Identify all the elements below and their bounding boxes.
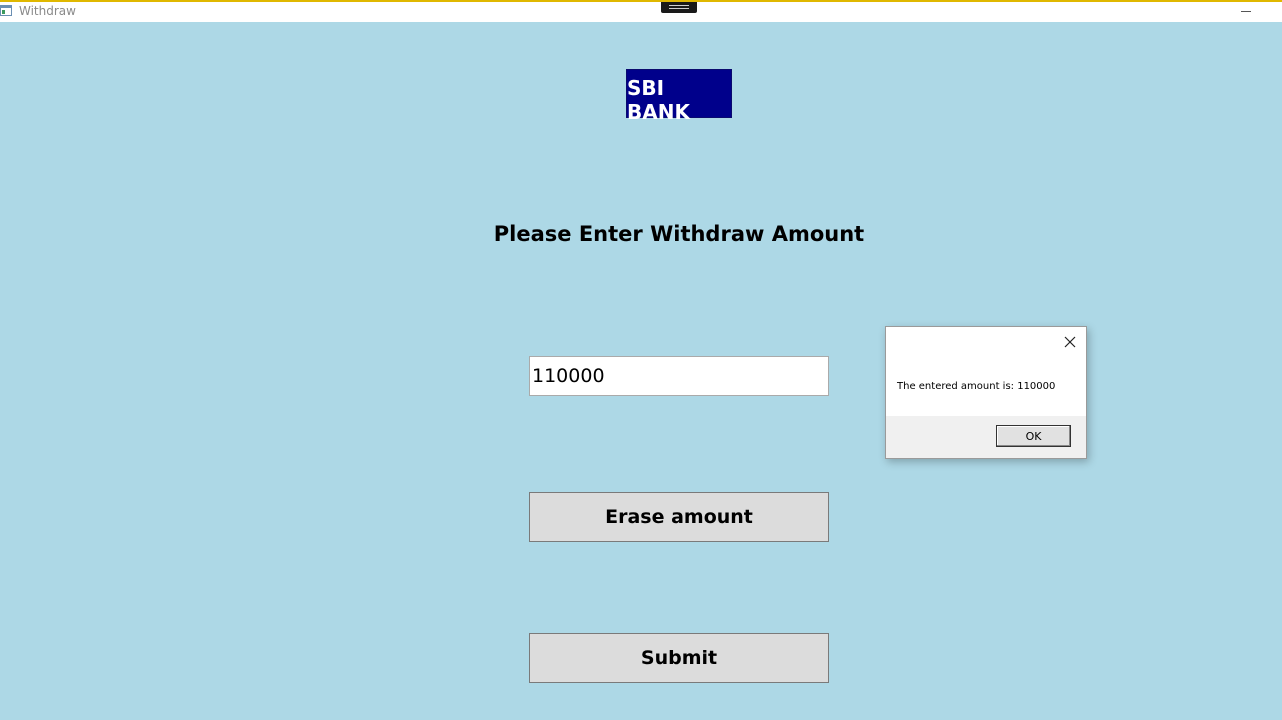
ok-button[interactable]: OK	[996, 425, 1071, 447]
page-heading: Please Enter Withdraw Amount	[493, 222, 865, 246]
title-bar[interactable]: Withdraw	[0, 0, 1282, 22]
minimize-button[interactable]	[1232, 2, 1260, 22]
snap-handle-icon[interactable]	[661, 2, 697, 13]
bank-logo: SBI BANK	[626, 69, 732, 124]
amount-input[interactable]	[529, 356, 829, 396]
close-icon[interactable]	[1062, 334, 1078, 350]
message-box-footer: OK	[886, 416, 1086, 458]
app-window-icon	[0, 5, 12, 16]
message-text: The entered amount is: 110000	[897, 381, 1056, 392]
submit-button[interactable]: Submit	[529, 633, 829, 683]
withdraw-window: Withdraw SBI BANK Please Enter Withdraw …	[0, 0, 1282, 720]
bank-logo-text: SBI BANK	[627, 76, 690, 124]
erase-amount-button[interactable]: Erase amount	[529, 492, 829, 542]
window-title: Withdraw	[19, 4, 76, 18]
message-box-dialog: The entered amount is: 110000 OK	[885, 326, 1087, 459]
